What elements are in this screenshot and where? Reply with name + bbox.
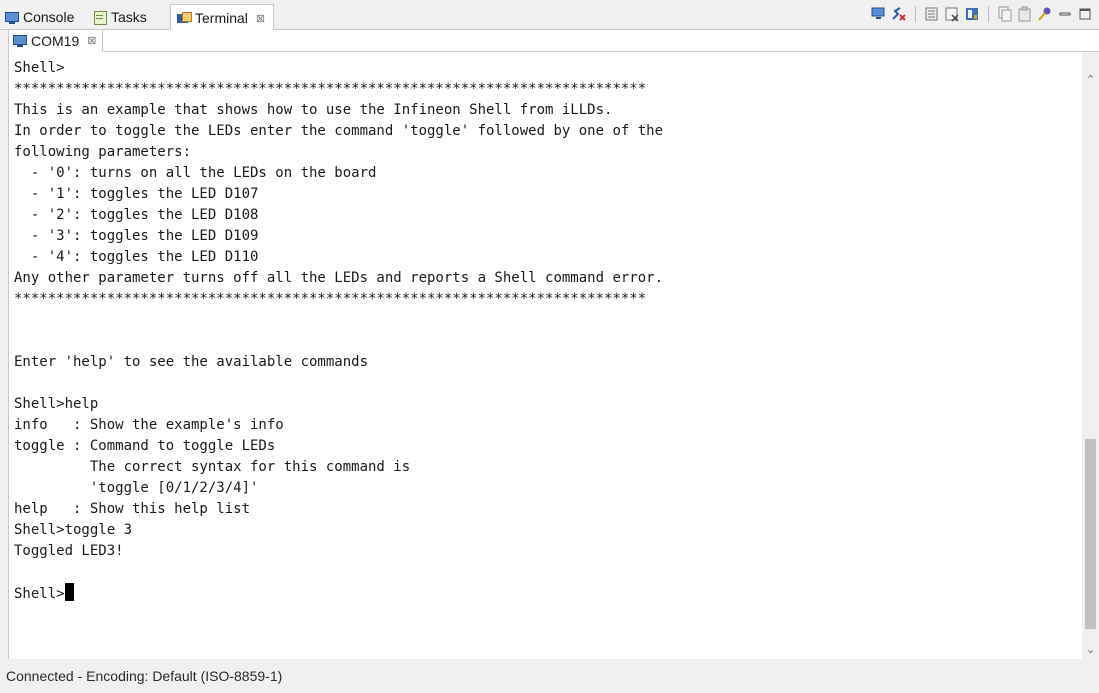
tab-console-label: Console (23, 9, 75, 25)
scroll-thumb[interactable] (1085, 439, 1096, 629)
terminal-line: In order to toggle the LEDs enter the co… (14, 123, 664, 139)
maximize-icon[interactable] (1077, 6, 1093, 22)
terminal-line: Enter 'help' to see the available comman… (14, 354, 369, 370)
vertical-scrollbar[interactable]: ⌃ ⌄ (1082, 52, 1099, 659)
terminal-line: help : Show this help list (14, 501, 251, 517)
terminal-line: Any other parameter turns off all the LE… (14, 270, 664, 286)
settings-icon[interactable] (924, 6, 940, 22)
terminal-line: - '1': toggles the LED D107 (14, 186, 259, 202)
pin-icon[interactable] (1037, 6, 1053, 22)
terminal-output[interactable]: Shell> **********************************… (8, 52, 1099, 659)
terminal-line: - '2': toggles the LED D108 (14, 207, 259, 223)
tab-terminal[interactable]: Terminal ⊠ (170, 4, 275, 31)
status-bar: Connected - Encoding: Default (ISO-8859-… (0, 659, 1099, 688)
terminal-line: Shell> (14, 60, 65, 76)
connection-status: Connected - Encoding: Default (ISO-8859-… (6, 668, 283, 684)
tab-console[interactable]: Console (5, 5, 74, 29)
scroll-down-icon[interactable]: ⌄ (1082, 642, 1099, 659)
close-icon[interactable]: ⊠ (256, 12, 265, 25)
terminal-line: - '3': toggles the LED D109 (14, 228, 259, 244)
tab-tasks-label: Tasks (111, 9, 147, 25)
clear-icon[interactable] (944, 6, 960, 22)
paste-icon[interactable] (1017, 6, 1033, 22)
shell-prompt: Shell> (14, 586, 65, 602)
terminal-line: The correct syntax for this command is (14, 459, 411, 475)
terminal-line: Shell>help (14, 396, 99, 412)
terminal-line: ****************************************… (14, 291, 647, 307)
copy-icon[interactable] (997, 6, 1013, 22)
tab-terminal-label: Terminal (195, 10, 248, 26)
terminal-prompt-line[interactable]: Shell> (14, 583, 1079, 605)
tab-com19[interactable]: COM19 ⊠ (9, 30, 104, 52)
tasks-icon (93, 10, 107, 25)
connect-icon[interactable] (871, 6, 887, 22)
terminal-icon (177, 11, 192, 25)
console-icon (5, 11, 19, 24)
terminal-line: ****************************************… (14, 81, 647, 97)
terminal-line: toggle : Command to toggle LEDs (14, 438, 276, 454)
view-toolbar (871, 6, 1093, 22)
terminal-line: - '0': turns on all the LEDs on the boar… (14, 165, 377, 181)
terminal-tab-bar: COM19 ⊠ (8, 30, 1099, 52)
disconnect-icon[interactable] (891, 6, 907, 22)
scroll-lock-icon[interactable] (964, 6, 980, 22)
tab-tasks[interactable]: Tasks (93, 5, 147, 29)
close-icon[interactable]: ⊠ (87, 34, 96, 47)
terminal-line: This is an example that shows how to use… (14, 102, 613, 118)
scroll-up-icon[interactable]: ⌃ (1082, 72, 1099, 89)
text-cursor (64, 583, 74, 601)
minimize-icon[interactable] (1057, 6, 1073, 22)
terminal-text: Shell> **********************************… (14, 58, 1079, 605)
terminal-line: info : Show the example's info (14, 417, 284, 433)
terminal-line: Toggled LED3! (14, 543, 124, 559)
toolbar-separator (915, 6, 916, 22)
terminal-line: following parameters: (14, 144, 192, 160)
terminal-line: 'toggle [0/1/2/3/4]' (14, 480, 259, 496)
terminal-line: - '4': toggles the LED D110 (14, 249, 259, 265)
toolbar-separator (988, 6, 989, 22)
terminal-line: Shell>toggle 3 (14, 522, 133, 538)
monitor-icon (13, 34, 27, 47)
tab-com19-label: COM19 (31, 32, 80, 49)
view-tab-bar: Console Tasks Terminal ⊠ (0, 0, 1099, 31)
